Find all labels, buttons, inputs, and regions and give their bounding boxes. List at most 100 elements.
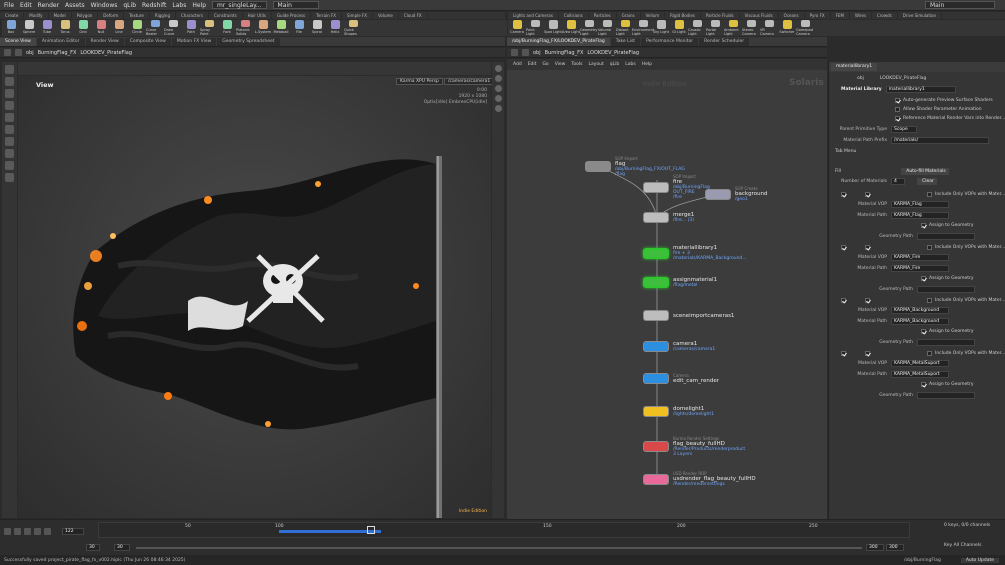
- shelf-tab-drive-simulation[interactable]: Drive Simulation: [898, 12, 942, 19]
- shelf-tool-font[interactable]: Font: [218, 20, 236, 36]
- include-vops-checkbox[interactable]: [927, 244, 932, 250]
- shelf-tool-portal-light[interactable]: Portal Light: [706, 20, 724, 36]
- shelf-tool-grid[interactable]: Grid: [74, 20, 92, 36]
- menu-qlib[interactable]: qLib: [123, 2, 136, 9]
- assign-geometry-checkbox[interactable]: [921, 275, 926, 281]
- net-menu-qlib[interactable]: qLib: [610, 62, 619, 67]
- shading-icon[interactable]: [494, 75, 502, 82]
- material-active-checkbox[interactable]: [865, 297, 870, 303]
- shelf-tool-sky-light[interactable]: Sky Light: [652, 20, 670, 36]
- material-vop-field[interactable]: KARMA_Background: [891, 306, 949, 314]
- tab-render-view[interactable]: Render View: [85, 38, 124, 46]
- shelf-tab-constraints[interactable]: Constraints: [209, 12, 243, 19]
- node-assignmaterial1[interactable]: assignmaterial1/flag/metal: [643, 277, 717, 288]
- shelf-tool-null[interactable]: Null: [92, 20, 110, 36]
- node-name-field[interactable]: materiallibrary1: [885, 85, 956, 93]
- geometry-path-field[interactable]: [917, 232, 975, 240]
- shelf-tool-l-system[interactable]: L-System: [254, 20, 272, 36]
- node-flag-beauty-fullhd[interactable]: Karma Render Settings flag_beauty_fullHD /…: [643, 436, 745, 457]
- net-menu-labs[interactable]: Labs: [625, 62, 635, 67]
- lighting-icon[interactable]: [494, 85, 502, 92]
- shelf-tab-lights-and-cameras[interactable]: Lights and Cameras: [508, 12, 559, 19]
- assign-geometry-checkbox[interactable]: [921, 222, 926, 228]
- include-vops-checkbox[interactable]: [927, 350, 932, 356]
- shelf-tab-particles[interactable]: Particles: [589, 12, 617, 19]
- net-menu-add[interactable]: Add: [513, 62, 522, 67]
- net-path-burningflag[interactable]: BurningFlag_FX: [545, 50, 584, 56]
- tab-composite-view[interactable]: Composite View: [124, 38, 171, 46]
- node-body-usdrender-flag-beauty-fullhd[interactable]: [643, 473, 669, 485]
- node-name-label[interactable]: edit_cam_render: [673, 378, 719, 384]
- net-path-lookdev[interactable]: LOOKDEV_PirateFlag: [587, 50, 639, 56]
- material-active-checkbox[interactable]: [865, 191, 870, 197]
- node-materiallibrary1[interactable]: materiallibrary1 fire + 3 /materials/KARM…: [643, 245, 747, 261]
- shelf-tool-draw-curve[interactable]: Draw Curve: [164, 20, 182, 36]
- visibility-icon[interactable]: [494, 95, 502, 102]
- select-tool-icon[interactable]: [5, 65, 14, 74]
- tab-network-path[interactable]: /obj/BurningFlag_FX/LOOKDEV_PirateFlag: [507, 38, 610, 46]
- shelf-tool-vr-camera[interactable]: VR Camera: [760, 20, 778, 36]
- shelf-tab-deform[interactable]: Deform: [98, 12, 125, 19]
- shelf-tool-gamepad-camera[interactable]: Gamepad Camera: [796, 20, 814, 36]
- camera-tool-icon[interactable]: [5, 173, 14, 182]
- node-body-flag[interactable]: [585, 161, 611, 172]
- playhead[interactable]: [367, 526, 375, 534]
- node-camera1[interactable]: camera1/cameras/camera1: [643, 341, 715, 352]
- shelf-tool-area-light[interactable]: Area Light: [562, 20, 580, 36]
- parent-prim-select[interactable]: Scope: [891, 125, 917, 133]
- shelf-tab-cloud-fx[interactable]: Cloud FX: [399, 12, 428, 19]
- tab-materiallibrary1[interactable]: materiallibrary1: [831, 63, 878, 71]
- end-range-field[interactable]: 300: [866, 544, 884, 551]
- shelf-tab-guide-process[interactable]: Guide Process: [272, 12, 312, 19]
- node-fire[interactable]: SOP Import fire/obj/BurningFlag OUT_FIRE …: [643, 174, 710, 200]
- step-back-icon[interactable]: [14, 528, 21, 535]
- assign-geometry-checkbox[interactable]: [921, 381, 926, 387]
- shelf-tab-modify[interactable]: Modify: [24, 12, 49, 19]
- key-all-channels-button[interactable]: Key All Channels: [944, 543, 981, 548]
- shelf-tool-box[interactable]: Box: [2, 20, 20, 36]
- tab-menu-folder[interactable]: Tab Menu: [835, 149, 856, 154]
- back-icon[interactable]: [511, 49, 518, 56]
- menu-render[interactable]: Render: [38, 2, 59, 9]
- net-menu-view[interactable]: View: [555, 62, 566, 67]
- end-frame-field[interactable]: 300: [886, 544, 904, 551]
- material-active-checkbox[interactable]: [865, 350, 870, 356]
- geometry-path-field[interactable]: [917, 338, 975, 346]
- shelf-tab-create[interactable]: Create: [0, 12, 25, 19]
- assign-geometry-checkbox[interactable]: [921, 328, 926, 334]
- shelf-tool-file[interactable]: File: [290, 20, 308, 36]
- shelf-tab-characters[interactable]: Characters: [176, 12, 209, 19]
- tab-motion-fx-view[interactable]: Motion FX View: [171, 38, 217, 46]
- desktop-select[interactable]: Main: [272, 1, 319, 9]
- shelf-tool-spiral[interactable]: Spiral: [308, 20, 326, 36]
- shelf-tool-spray-paint[interactable]: Spray Paint: [200, 20, 218, 36]
- step-forward-icon[interactable]: [34, 528, 41, 535]
- tab-take-list[interactable]: Take List: [610, 38, 641, 46]
- shelf-tab-wires[interactable]: Wires: [850, 12, 873, 19]
- shelf-tool-point-light[interactable]: Point Light: [526, 20, 544, 36]
- shelf-tab-viscous-fluids[interactable]: Viscous Fluids: [740, 12, 779, 19]
- material-path-field[interactable]: KARMA_Background: [891, 317, 949, 325]
- material-enable-checkbox[interactable]: [841, 244, 846, 250]
- node-body-merge1[interactable]: [643, 212, 669, 223]
- shelf-tab-oceans[interactable]: Oceans: [779, 12, 805, 19]
- tab-geometry-spreadsheet[interactable]: Geometry Spreadsheet: [217, 38, 280, 46]
- shelf-tool-line[interactable]: Line: [110, 20, 128, 36]
- auto-update-button[interactable]: Auto Update: [960, 557, 999, 563]
- node-usdrender-flag-beauty-fullhd[interactable]: USD Render ROP usdrender_flag_beauty_full…: [643, 471, 756, 487]
- current-frame-field[interactable]: 122: [62, 528, 84, 535]
- status-network-path[interactable]: /obj/BurningFlag: [904, 558, 941, 563]
- back-icon[interactable]: [4, 49, 11, 56]
- shelf-tool-gi-light[interactable]: GI Light: [670, 20, 688, 36]
- pose-tool-icon[interactable]: [5, 137, 14, 146]
- toggle-checkbox[interactable]: [895, 106, 900, 112]
- node-body-camera1[interactable]: [643, 341, 669, 352]
- param-path-lookdev[interactable]: LOOKDEV_PirateFlag: [880, 76, 926, 81]
- node-body-sceneimportcameras1[interactable]: [643, 310, 669, 321]
- path-lookdev[interactable]: LOOKDEV_PirateFlag: [80, 50, 132, 56]
- shelf-tool-geometry-light[interactable]: Geometry Light: [580, 20, 598, 36]
- node-domelight1[interactable]: domelight1/lights/domelight1: [643, 406, 714, 417]
- network-editor[interactable]: Indie Edition Solaris SOP Import flag/obj…: [507, 70, 827, 520]
- material-path-field[interactable]: KARMA_Flag: [891, 211, 949, 219]
- menu-labs[interactable]: Labs: [172, 2, 186, 9]
